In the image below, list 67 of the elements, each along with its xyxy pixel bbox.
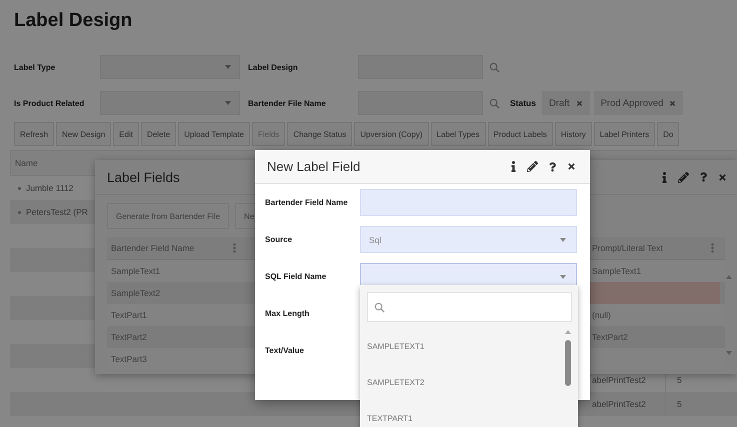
filter-label: Label Type [14, 62, 56, 72]
expand-icon[interactable] [18, 186, 21, 190]
select-field[interactable] [100, 55, 240, 79]
caret-icon [560, 274, 566, 278]
remove-icon[interactable] [669, 100, 676, 106]
table-cell-text: SampleText1 [591, 265, 642, 278]
filter-label: Bartender File Name [248, 98, 327, 108]
filter-label: Label Design [248, 62, 299, 72]
toolbar-button[interactable]: Delete [140, 122, 176, 146]
dropdown-option[interactable]: TEXTPART1 [367, 400, 564, 427]
expand-icon[interactable] [18, 210, 21, 214]
kebab-icon[interactable] [711, 243, 714, 253]
table-cell-text: (null) [591, 309, 612, 322]
dialog-title: Label Fields [107, 170, 180, 184]
remove-icon[interactable] [576, 100, 583, 106]
status-chip[interactable]: Draft [542, 91, 590, 115]
dropdown-option[interactable]: SAMPLETEXT2 [367, 364, 564, 400]
info-icon[interactable] [511, 161, 516, 172]
table-cell-text: TextPart2 [110, 331, 148, 344]
column-header[interactable]: Bartender Field Name [107, 237, 242, 259]
page-title: Label Design [14, 9, 132, 33]
pencil-icon[interactable] [527, 161, 538, 172]
caret-icon [225, 65, 231, 69]
table-cell-text: TextPart2 [591, 331, 629, 344]
scrollbar-drawing[interactable] [725, 275, 733, 355]
toolbar-button[interactable]: Label Types [430, 122, 486, 146]
toolbar-button[interactable]: History [554, 122, 592, 146]
dialog-button[interactable]: Generate from Bartender File [107, 203, 230, 229]
column-header[interactable]: Prompt/Literal Text [588, 237, 720, 259]
search-icon [374, 302, 385, 312]
field-label: Source [265, 235, 294, 244]
table-cell-text: SampleText1 [110, 265, 162, 278]
toolbar-button[interactable]: Product Labels [488, 122, 553, 146]
table-cell-text: TextPart3 [110, 353, 148, 366]
status-label: Status [510, 98, 536, 108]
table-cell: 5 [666, 392, 737, 416]
status-chip[interactable]: Prod Approved [594, 91, 684, 115]
field-label: SQL Field Name [265, 272, 328, 281]
close-icon[interactable] [567, 162, 576, 171]
toolbar-button[interactable]: Upload Template [178, 122, 250, 146]
field-label: Max Length [265, 309, 310, 318]
toolbar-button[interactable]: New Design [56, 122, 112, 146]
toolbar-button[interactable]: Refresh [14, 122, 54, 146]
kebab-icon[interactable] [233, 243, 236, 253]
filter-label: Is Product Related [14, 98, 86, 108]
field-label: Text/Value [265, 346, 305, 355]
toolbar-button[interactable]: Upversion (Copy) [354, 122, 428, 146]
caret-icon [560, 238, 566, 242]
tree-item[interactable]: Jumble 1112 [26, 183, 74, 193]
text-field[interactable] [360, 189, 577, 216]
help-icon[interactable] [549, 162, 556, 172]
search-icon[interactable] [489, 98, 500, 108]
tree-item[interactable]: PetersTest2 (PR [26, 207, 88, 217]
table-cell-text: SampleText2 [110, 287, 162, 300]
select-field[interactable]: Sql [360, 226, 577, 253]
toolbar-button[interactable]: Edit [113, 122, 139, 146]
search-icon[interactable] [489, 62, 500, 72]
toolbar-button[interactable]: Change Status [287, 122, 352, 146]
toolbar-button[interactable]: Label Printers [594, 122, 656, 146]
dropdown-option[interactable]: SAMPLETEXT1 [367, 328, 564, 364]
caret-icon [225, 101, 231, 105]
toolbar-button[interactable]: Do [657, 122, 680, 146]
field-label: Bartender Field Name [265, 198, 349, 207]
table-cell-text: TextPart1 [110, 309, 148, 322]
dropdown-search-field[interactable] [367, 292, 572, 322]
dialog-title: New Label Field [267, 159, 360, 174]
select-field[interactable] [100, 91, 240, 115]
